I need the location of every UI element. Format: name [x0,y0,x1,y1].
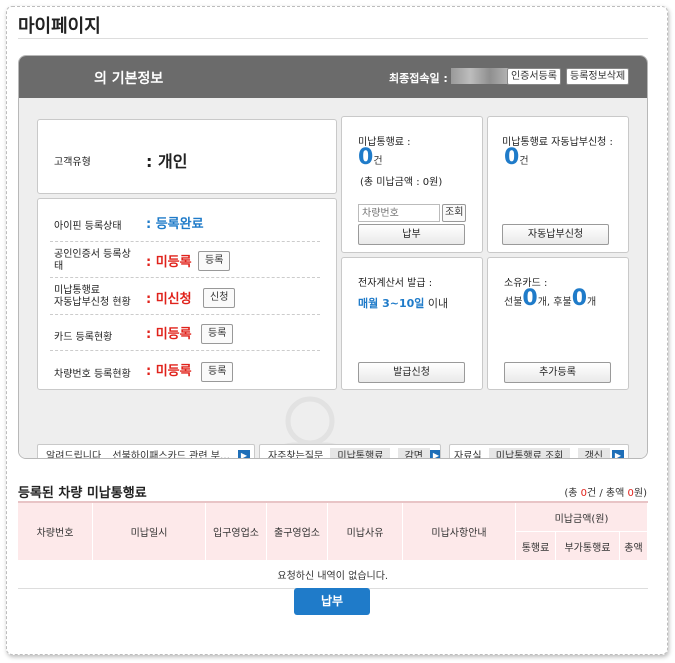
col-subheader: 총액 [619,531,648,560]
cert-register-small-button[interactable]: 등록 [198,251,231,271]
e-invoice-period: 매월 3~10일 이내 [358,297,449,310]
e-invoice-box: 전자계산서 발급 : 매월 3~10일 이내 발급신청 [341,257,483,390]
faq-tag[interactable]: 감면 [397,448,430,458]
unpaid-toll-box: 미납통행료 : 0건 (총 미납금액 : 0원) 조회 납부 [341,116,483,253]
autopay-apply-small-button[interactable]: 신청 [203,288,236,308]
card-title: 의 기본정보 [94,71,164,87]
card-body: 고객유형 : 개인 아이핀 등록상태 : 등록완료 공인인증서 등록상태 : 미… [19,98,647,458]
last-login-label: 최종접속일 : [389,72,448,85]
owned-cards-counts: 선불0개, 후불0개 [504,286,597,311]
plate-status-label: 차량번호 등록현황 [54,369,131,380]
col-subheader: 부가통행료 [555,531,621,560]
last-login-blurred-value [451,68,509,84]
col-header: 미납사항안내 [402,501,516,560]
faq-label: 자주찾는질문 [268,451,324,459]
notice-label: 알려드립니다 [46,451,102,459]
status-box: 아이핀 등록상태 : 등록완료 공인인증서 등록상태 : 미등록 등록 미납통행… [37,198,353,458]
cert-status-value: : 미등록 [146,255,192,270]
row-divider [50,350,320,351]
e-invoice-apply-button[interactable]: 발급신청 [358,362,465,383]
unpaid-table-title: 등록된 차량 미납통행료 [18,486,147,501]
ipin-status-value: : 등록완료 [146,217,204,232]
faq-tag[interactable]: 미납통행료 [330,448,391,458]
col-subheader: 통행료 [515,531,556,560]
unpaid-table-summary: (총 0건 / 총액 0원) [564,488,647,499]
arrow-right-icon[interactable]: ▶ [238,450,250,458]
col-header: 출구영업소 [266,501,328,560]
autopay-status-label: 미납통행료 자동납부신청 현황 [54,285,131,308]
ipin-status-label: 아이핀 등록상태 [54,221,122,232]
customer-type-label: 고객유형 [54,157,91,168]
plate-number-input[interactable] [358,204,440,222]
unpaid-count: 0건 [358,145,383,170]
amount-header: 미납금액(원) [515,501,648,532]
search-button[interactable]: 조회 [442,204,467,222]
customer-type-value: : 개인 [146,152,188,171]
pay-button[interactable]: 납부 [294,588,370,615]
col-header: 차량번호 [18,501,93,560]
archive-tag[interactable]: 미납통행료 조회 [488,448,571,458]
row-divider [50,314,320,315]
customer-type-box: 고객유형 : 개인 [37,119,337,194]
auto-pay-count: 0건 [504,145,529,170]
arrow-right-icon[interactable]: ▶ [612,450,624,458]
delete-info-button[interactable]: 등록정보삭제 [566,68,630,85]
faq-bar: 자주찾는질문 미납통행료 감면 ▶ [259,444,441,459]
auto-pay-apply-button[interactable]: 자동납부신청 [502,224,609,245]
e-invoice-title: 전자계산서 발급 : [358,278,433,289]
unpaid-table: 차량번호 미납일시 입구영업소 출구영업소 미납사유 미납사항안내 미납금액(원… [18,501,648,589]
add-card-button[interactable]: 추가등록 [504,362,611,383]
cert-register-button[interactable]: 인증서등록 [507,68,561,85]
col-header: 미납사유 [327,501,403,560]
card-header: 의 기본정보 최종접속일 : 인증서등록 등록정보삭제 [19,56,647,98]
col-header: 입구영업소 [205,501,267,560]
auto-pay-box: 미납통행료 자동납부신청 : 0건 자동납부신청 [487,116,629,253]
cert-status-label: 공인인증서 등록상태 [54,249,131,272]
pay-unpaid-button[interactable]: 납부 [358,224,465,245]
empty-message: 요청하신 내역이 없습니다. [18,560,648,589]
col-header: 미납일시 [92,501,206,560]
row-divider [50,277,320,278]
archive-tag[interactable]: 갱신 [577,448,610,458]
owned-cards-box: 소유카드 : 선불0개, 후불0개 추가등록 [487,257,629,390]
autopay-status-value: : 미신청 [146,292,192,307]
arrow-right-icon[interactable]: ▶ [430,450,440,458]
unpaid-total: (총 미납금액 : 0원) [360,177,443,188]
card-register-small-button[interactable]: 등록 [201,324,234,344]
card-status-value: : 미등록 [146,327,192,342]
card-status-label: 카드 등록현황 [54,332,113,343]
plate-status-value: : 미등록 [146,364,192,379]
notice-text[interactable]: 선불하이패스카드 관련 부… [112,451,230,458]
archive-label: 자료실 [454,451,482,459]
plate-register-small-button[interactable]: 등록 [201,362,234,382]
archive-bar: 자료실 미납통행료 조회 갱신 ▶ [449,444,629,459]
page-title: 마이페이지 [18,16,101,37]
row-divider [50,241,320,242]
notice-bar: 알려드립니다 선불하이패스카드 관련 부… ▶ [37,444,255,459]
basic-info-card: 의 기본정보 최종접속일 : 인증서등록 등록정보삭제 고객유형 : 개인 아이… [18,55,648,459]
title-divider [18,38,648,39]
